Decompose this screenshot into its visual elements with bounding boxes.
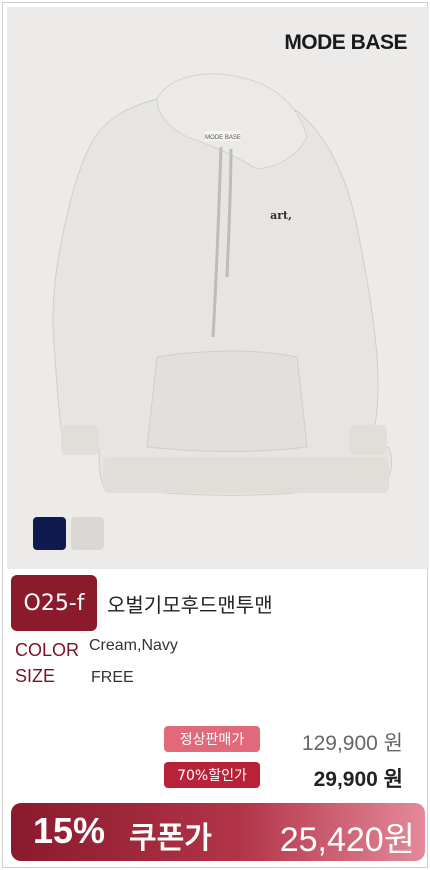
size-value: FREE (91, 669, 134, 686)
swatch-navy[interactable] (33, 517, 66, 550)
neck-label: MODE BASE (205, 135, 241, 141)
color-value: Cream,Navy (89, 637, 178, 654)
color-label: COLOR (15, 640, 80, 660)
coupon-price: 25,420원 (279, 821, 415, 859)
brand-logo: MODE BASE (284, 31, 407, 54)
sale-price-tag: 70%할인가 (164, 762, 260, 788)
product-code-badge: O25-f (11, 575, 97, 631)
normal-price: 129,900 원 (301, 732, 403, 755)
coupon-price-bar[interactable]: 15% 쿠폰가 25,420원 (11, 803, 425, 861)
product-name[interactable]: 오벌기모후드맨투맨 (107, 589, 273, 618)
product-card[interactable]: MODE BASE art, MODE BASE O25-f 오벌기모후드맨투맨… (2, 2, 429, 868)
normal-price-tag: 정상판매가 (164, 726, 260, 752)
coupon-percent: 15% (33, 810, 106, 851)
product-photo[interactable]: MODE BASE art, MODE BASE (7, 7, 429, 569)
hoodie-image: MODE BASE art, (52, 73, 393, 496)
sale-price: 29,900 원 (313, 768, 403, 791)
swatch-cream[interactable] (71, 517, 104, 550)
coupon-label: 쿠폰가 (129, 821, 212, 856)
size-label: SIZE (15, 666, 56, 686)
chest-print: art, (270, 209, 292, 222)
